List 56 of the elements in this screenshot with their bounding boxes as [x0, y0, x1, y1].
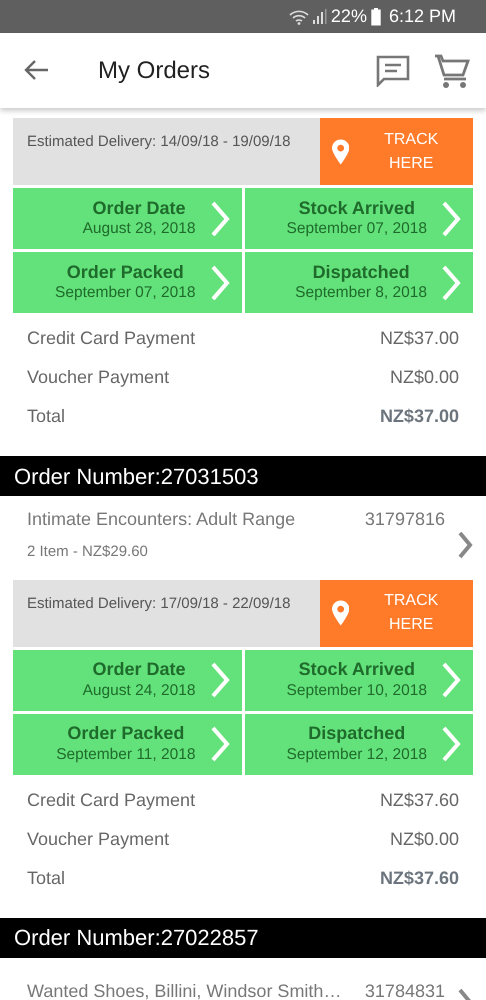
- payment-amount: NZ$37.00: [380, 327, 459, 350]
- total-label: Total: [27, 866, 66, 890]
- cart-icon: [434, 52, 470, 88]
- battery-percent: 22%: [330, 5, 367, 28]
- item-name: Intimate Encounters: Adult Range: [27, 508, 296, 531]
- chevron-right-icon: [441, 264, 461, 300]
- total-label: Total: [27, 405, 66, 428]
- location-pin-icon: [332, 600, 350, 626]
- estimated-delivery: Estimated Delivery: 17/09/18 - 22/09/18: [26, 594, 292, 614]
- wifi-icon: [288, 8, 309, 24]
- location-pin-icon: [332, 138, 350, 164]
- status-time: 6:12 PM: [388, 5, 456, 28]
- total-amount: NZ$37.00: [380, 405, 459, 428]
- chevron-right-icon: [441, 200, 461, 236]
- order-stage-button[interactable]: Dispatched September 12, 2018: [244, 714, 473, 774]
- payment-amount: NZ$37.60: [380, 788, 459, 812]
- order-stage-button[interactable]: Order Date August 24, 2018: [13, 650, 242, 710]
- total-amount: NZ$37.60: [380, 866, 459, 890]
- order-stage-button[interactable]: Order Date August 28, 2018: [13, 188, 242, 249]
- chevron-right-icon: [210, 264, 230, 300]
- order-stage-button[interactable]: Order Packed September 07, 2018: [13, 252, 242, 313]
- battery-icon: [370, 8, 381, 26]
- payment-label: Voucher Payment: [27, 366, 170, 389]
- estimated-delivery: Estimated Delivery: 14/09/18 - 19/09/18: [26, 132, 292, 152]
- payment-label: Credit Card Payment: [27, 327, 196, 350]
- chevron-right-icon: [441, 726, 461, 762]
- payment-amount: NZ$0.00: [390, 366, 459, 389]
- chevron-right-icon: [457, 530, 473, 559]
- back-button[interactable]: [24, 58, 50, 82]
- payment-label: Credit Card Payment: [27, 788, 196, 812]
- track-button[interactable]: TRACK HERE: [320, 118, 473, 185]
- order-stage-button[interactable]: Dispatched September 8, 2018: [244, 252, 473, 313]
- item-details: 2 Item - NZ$29.60: [27, 542, 149, 562]
- payment-label: Voucher Payment: [27, 828, 170, 851]
- order-stage-button[interactable]: Stock Arrived September 10, 2018: [244, 650, 473, 710]
- chevron-right-icon: [441, 662, 461, 698]
- order-number-header: Order Number:27022857: [0, 918, 486, 958]
- cart-button[interactable]: [434, 52, 470, 88]
- chevron-right-icon: [210, 726, 230, 762]
- page-title: My Orders: [98, 56, 212, 86]
- order-number-header: Order Number:27031503: [0, 456, 486, 496]
- chevron-right-icon: [210, 200, 230, 236]
- order-item-row[interactable]: Intimate Encounters: Adult Range 31797816 2 Item - NZ$29.60: [0, 496, 486, 570]
- order-stage-button[interactable]: Order Packed September 11, 2018: [13, 714, 242, 774]
- message-icon: [376, 54, 410, 86]
- payment-amount: NZ$0.00: [390, 828, 459, 850]
- messages-button[interactable]: [376, 54, 410, 86]
- item-code: 31784831: [364, 980, 445, 1000]
- item-code: 31797816: [364, 508, 445, 531]
- track-button[interactable]: TRACK HERE: [320, 580, 473, 646]
- item-name: Wanted Shoes, Billini, Windsor Smith…: [27, 980, 342, 1000]
- order-item-row[interactable]: Wanted Shoes, Billini, Windsor Smith… 31784831: [0, 958, 486, 1000]
- signal-icon: [312, 8, 327, 24]
- back-arrow-icon: [24, 59, 50, 82]
- chevron-right-icon: [210, 662, 230, 698]
- order-stage-button[interactable]: Stock Arrived September 07, 2018: [244, 188, 473, 249]
